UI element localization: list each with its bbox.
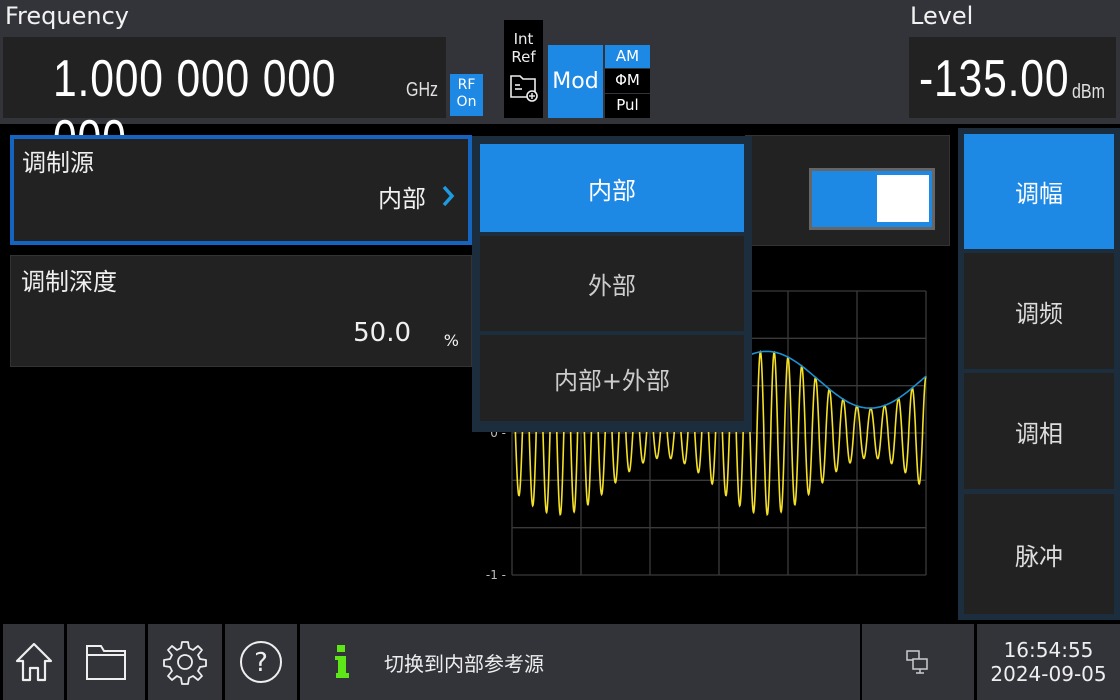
- mod-source-value: 内部: [378, 185, 426, 213]
- mod-type-phim[interactable]: ΦM: [605, 69, 650, 93]
- mod-depth-param[interactable]: 调制深度 50.0 %: [10, 255, 472, 367]
- level-label: Level: [910, 2, 974, 30]
- dropdown-item-internal-external[interactable]: 内部+外部: [480, 335, 744, 421]
- mod-depth-label: 调制深度: [21, 268, 117, 296]
- softkey-fm[interactable]: 调频: [964, 253, 1114, 369]
- info-icon: [335, 645, 349, 678]
- file-button[interactable]: [67, 624, 145, 700]
- mod-button[interactable]: Mod: [548, 45, 603, 118]
- am-toggle-switch[interactable]: [809, 168, 935, 230]
- clock-time: 16:54:55: [1003, 638, 1094, 662]
- mod-depth-value: 50.0: [353, 318, 411, 348]
- rf-badge-line1: RF: [457, 77, 476, 93]
- help-button[interactable]: ?: [225, 624, 297, 700]
- svg-text:?: ?: [254, 648, 268, 678]
- level-value: -135.00: [919, 50, 1070, 108]
- mod-depth-unit: %: [443, 331, 459, 350]
- mod-source-dropdown: 内部 外部 内部+外部: [472, 136, 752, 432]
- clock-display: 16:54:55 2024-09-05: [977, 624, 1120, 700]
- header-bar: Frequency 1.000 000 000 000 GHz RF On In…: [0, 0, 1120, 168]
- gear-icon: [163, 641, 207, 685]
- softkey-am[interactable]: 调幅: [964, 134, 1114, 249]
- clock-date: 2024-09-05: [990, 662, 1107, 686]
- dropdown-item-internal[interactable]: 内部: [480, 144, 744, 232]
- int-ref-indicator[interactable]: Int Ref: [504, 20, 543, 118]
- folder-add-icon: [509, 75, 538, 102]
- home-button[interactable]: [3, 624, 64, 700]
- mod-source-param[interactable]: 调制源 内部: [10, 135, 472, 245]
- frequency-unit: GHz: [406, 79, 438, 101]
- dropdown-item-external[interactable]: 外部: [480, 236, 744, 331]
- network-icon: [906, 650, 928, 674]
- ref-badge-line2: Ref: [511, 48, 536, 66]
- status-message-area: 切换到内部参考源: [300, 624, 860, 700]
- mod-type-pulse[interactable]: Pul: [605, 94, 650, 118]
- frequency-label: Frequency: [5, 2, 129, 30]
- settings-button[interactable]: [148, 624, 222, 700]
- mod-source-label: 调制源: [22, 149, 94, 177]
- softkey-pm[interactable]: 调相: [964, 373, 1114, 489]
- ref-badge-line1: Int: [513, 30, 534, 48]
- mod-type-am[interactable]: AM: [605, 45, 650, 68]
- level-readout[interactable]: -135.00 dBm: [909, 37, 1116, 118]
- am-switch-panel: [745, 135, 950, 246]
- toggle-knob: [877, 175, 929, 222]
- home-icon: [15, 642, 52, 682]
- status-message: 切换到内部参考源: [384, 651, 544, 676]
- folder-icon: [86, 645, 126, 680]
- network-button[interactable]: [862, 624, 974, 700]
- softkey-pulse[interactable]: 脉冲: [964, 494, 1114, 614]
- footer-bar: ? 切换到内部参考源 16:54:55 2024-09-05: [0, 621, 1120, 700]
- help-icon: ?: [240, 641, 282, 683]
- frequency-readout[interactable]: 1.000 000 000 000 GHz: [3, 37, 446, 168]
- rf-on-badge[interactable]: RF On: [450, 74, 483, 116]
- level-unit: dBm: [1072, 81, 1105, 103]
- rf-badge-line2: On: [456, 94, 477, 110]
- y-tick-label: -1 -: [486, 568, 506, 582]
- chevron-right-icon: [442, 185, 455, 207]
- softkey-menu: 调幅 调频 调相 脉冲: [958, 128, 1120, 620]
